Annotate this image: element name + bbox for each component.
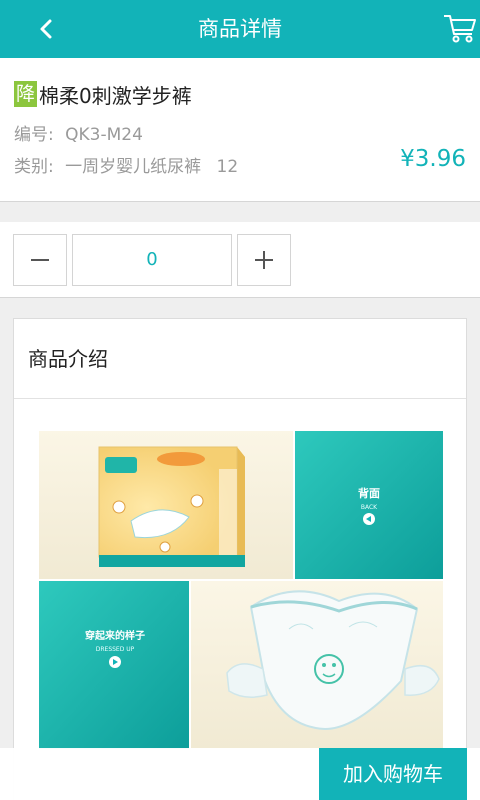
product-banner-graphic: 背面 BACK 穿起来的样子 DRESSED UP (39, 429, 443, 749)
intro-title: 商品介绍 (28, 347, 108, 371)
product-info: 降 棉柔0刺激学步裤 编号: QK3-M24 类别: 一周岁婴儿纸尿裤 12 ¥… (0, 58, 480, 202)
category-label: 类别: (14, 157, 54, 177)
title-bar: 商品详情 (0, 0, 480, 58)
diaper-box-image (98, 446, 245, 567)
product-code: QK3-M24 (65, 125, 143, 145)
code-label: 编号: (14, 125, 54, 145)
product-category: 一周岁婴儿纸尿裤 (65, 157, 202, 177)
cart-button[interactable] (442, 10, 478, 46)
page-title: 商品详情 (198, 17, 282, 41)
product-category-row: 类别: 一周岁婴儿纸尿裤 12 (14, 152, 238, 177)
quantity-input[interactable]: 0 (72, 234, 232, 286)
svg-text:BACK: BACK (361, 504, 378, 511)
pack-quantity: 12 (216, 157, 239, 177)
intro-divider (14, 398, 466, 399)
add-to-cart-button[interactable]: 加入购物车 (319, 748, 467, 800)
bottom-action-bar: 加入购物车 (0, 748, 480, 800)
quantity-stepper: 0 (0, 222, 480, 298)
product-name: 棉柔0刺激学步裤 (39, 83, 192, 108)
price-drop-badge: 降 (14, 81, 38, 107)
increase-button[interactable] (237, 234, 291, 286)
product-image[interactable]: 背面 BACK 穿起来的样子 DRESSED UP (39, 429, 443, 749)
product-name-row: 降 棉柔0刺激学步裤 (14, 80, 192, 108)
svg-text:DRESSED UP: DRESSED UP (96, 646, 135, 653)
svg-text:背面: 背面 (358, 486, 380, 500)
svg-text:穿起来的样子: 穿起来的样子 (85, 629, 145, 642)
product-intro-card: 商品介绍 背面 BACK 穿起来的样子 DRESSED UP (13, 318, 467, 800)
product-code-row: 编号: QK3-M24 (14, 120, 143, 145)
shopping-cart-icon (444, 15, 476, 43)
plus-icon (255, 251, 273, 269)
app-root: 商品详情 降 棉柔0刺激学步裤 编号: QK3-M24 类别: 一周岁婴儿纸尿裤… (0, 0, 480, 800)
product-price: ¥3.96 (400, 146, 466, 172)
minus-icon (31, 259, 49, 261)
decrease-button[interactable] (13, 234, 67, 286)
